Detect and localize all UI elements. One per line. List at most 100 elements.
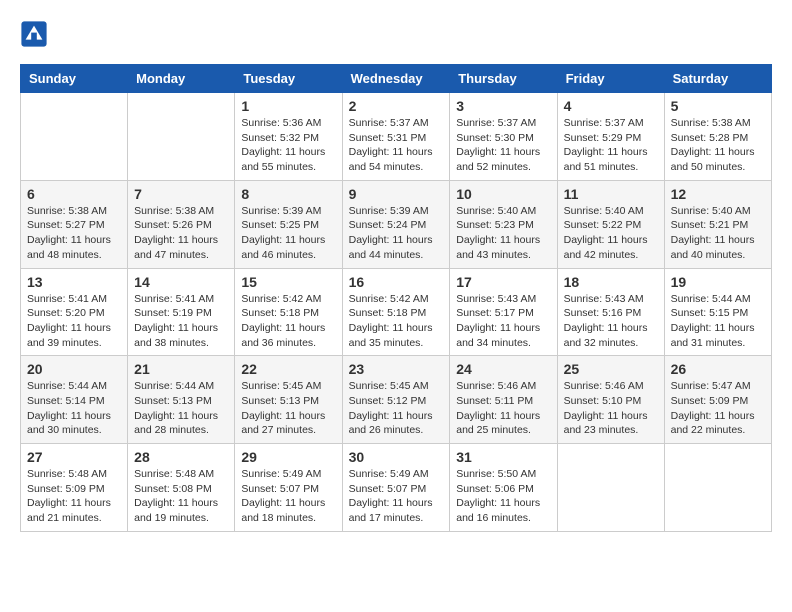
day-info: Sunrise: 5:37 AM Sunset: 5:31 PM Dayligh… <box>349 116 444 175</box>
day-info: Sunrise: 5:44 AM Sunset: 5:13 PM Dayligh… <box>134 379 228 438</box>
col-header-friday: Friday <box>557 65 664 93</box>
calendar-cell: 18 Sunrise: 5:43 AM Sunset: 5:16 PM Dayli… <box>557 268 664 356</box>
calendar-cell: 10Sunrise: 5:40 AM Sunset: 5:23 PM Dayli… <box>450 180 557 268</box>
day-info: Sunrise: 5:41 AM Sunset: 5:20 PM Dayligh… <box>27 292 121 351</box>
calendar-cell: 20 Sunrise: 5:44 AM Sunset: 5:14 PM Dayli… <box>21 356 128 444</box>
day-number: 25 <box>564 361 658 377</box>
calendar-cell <box>21 93 128 181</box>
calendar-cell: 26 Sunrise: 5:47 AM Sunset: 5:09 PM Dayli… <box>664 356 771 444</box>
day-info: Sunrise: 5:50 AM Sunset: 5:06 PM Dayligh… <box>456 467 550 526</box>
calendar-cell: 8 Sunrise: 5:39 AM Sunset: 5:25 PM Daylig… <box>235 180 342 268</box>
day-number: 19 <box>671 274 765 290</box>
day-number: 14 <box>134 274 228 290</box>
day-info: Sunrise: 5:40 AM Sunset: 5:21 PM Dayligh… <box>671 204 765 263</box>
calendar-cell: 30Sunrise: 5:49 AM Sunset: 5:07 PM Dayli… <box>342 444 450 532</box>
day-info: Sunrise: 5:43 AM Sunset: 5:16 PM Dayligh… <box>564 292 658 351</box>
calendar-cell: 4 Sunrise: 5:37 AM Sunset: 5:29 PM Daylig… <box>557 93 664 181</box>
calendar-cell: 27Sunrise: 5:48 AM Sunset: 5:09 PM Dayli… <box>21 444 128 532</box>
day-number: 26 <box>671 361 765 377</box>
day-info: Sunrise: 5:46 AM Sunset: 5:11 PM Dayligh… <box>456 379 550 438</box>
day-number: 17 <box>456 274 550 290</box>
day-number: 9 <box>349 186 444 202</box>
day-info: Sunrise: 5:45 AM Sunset: 5:12 PM Dayligh… <box>349 379 444 438</box>
calendar-cell: 25 Sunrise: 5:46 AM Sunset: 5:10 PM Dayli… <box>557 356 664 444</box>
calendar-cell: 2 Sunrise: 5:37 AM Sunset: 5:31 PM Daylig… <box>342 93 450 181</box>
day-number: 31 <box>456 449 550 465</box>
day-number: 16 <box>349 274 444 290</box>
col-header-thursday: Thursday <box>450 65 557 93</box>
day-number: 22 <box>241 361 335 377</box>
calendar-cell: 29 Sunrise: 5:49 AM Sunset: 5:07 PM Dayli… <box>235 444 342 532</box>
day-number: 28 <box>134 449 228 465</box>
week-row-4: 20 Sunrise: 5:44 AM Sunset: 5:14 PM Dayli… <box>21 356 772 444</box>
day-number: 7 <box>134 186 228 202</box>
day-number: 24 <box>456 361 550 377</box>
week-row-3: 13 Sunrise: 5:41 AM Sunset: 5:20 PM Dayli… <box>21 268 772 356</box>
col-header-tuesday: Tuesday <box>235 65 342 93</box>
calendar-cell: 21Sunrise: 5:44 AM Sunset: 5:13 PM Dayli… <box>128 356 235 444</box>
day-info: Sunrise: 5:37 AM Sunset: 5:29 PM Dayligh… <box>564 116 658 175</box>
calendar-cell: 3 Sunrise: 5:37 AM Sunset: 5:30 PM Daylig… <box>450 93 557 181</box>
calendar-cell: 17 Sunrise: 5:43 AM Sunset: 5:17 PM Dayli… <box>450 268 557 356</box>
day-info: Sunrise: 5:46 AM Sunset: 5:10 PM Dayligh… <box>564 379 658 438</box>
calendar-table: SundayMondayTuesdayWednesdayThursdayFrid… <box>20 64 772 532</box>
col-header-monday: Monday <box>128 65 235 93</box>
day-number: 18 <box>564 274 658 290</box>
day-number: 30 <box>349 449 444 465</box>
calendar-cell: 12 Sunrise: 5:40 AM Sunset: 5:21 PM Dayli… <box>664 180 771 268</box>
day-info: Sunrise: 5:37 AM Sunset: 5:30 PM Dayligh… <box>456 116 550 175</box>
calendar-cell <box>664 444 771 532</box>
col-header-saturday: Saturday <box>664 65 771 93</box>
day-info: Sunrise: 5:45 AM Sunset: 5:13 PM Dayligh… <box>241 379 335 438</box>
day-info: Sunrise: 5:40 AM Sunset: 5:22 PM Dayligh… <box>564 204 658 263</box>
day-info: Sunrise: 5:48 AM Sunset: 5:08 PM Dayligh… <box>134 467 228 526</box>
calendar-cell: 6 Sunrise: 5:38 AM Sunset: 5:27 PM Daylig… <box>21 180 128 268</box>
calendar-header-row: SundayMondayTuesdayWednesdayThursdayFrid… <box>21 65 772 93</box>
day-number: 6 <box>27 186 121 202</box>
day-info: Sunrise: 5:38 AM Sunset: 5:26 PM Dayligh… <box>134 204 228 263</box>
calendar-cell <box>557 444 664 532</box>
calendar-cell: 23Sunrise: 5:45 AM Sunset: 5:12 PM Dayli… <box>342 356 450 444</box>
calendar-cell: 28 Sunrise: 5:48 AM Sunset: 5:08 PM Dayli… <box>128 444 235 532</box>
calendar-cell: 14 Sunrise: 5:41 AM Sunset: 5:19 PM Dayli… <box>128 268 235 356</box>
col-header-sunday: Sunday <box>21 65 128 93</box>
logo <box>20 20 52 48</box>
day-info: Sunrise: 5:47 AM Sunset: 5:09 PM Dayligh… <box>671 379 765 438</box>
day-number: 13 <box>27 274 121 290</box>
day-number: 12 <box>671 186 765 202</box>
day-info: Sunrise: 5:38 AM Sunset: 5:27 PM Dayligh… <box>27 204 121 263</box>
day-info: Sunrise: 5:44 AM Sunset: 5:14 PM Dayligh… <box>27 379 121 438</box>
day-info: Sunrise: 5:41 AM Sunset: 5:19 PM Dayligh… <box>134 292 228 351</box>
day-info: Sunrise: 5:43 AM Sunset: 5:17 PM Dayligh… <box>456 292 550 351</box>
logo-icon <box>20 20 48 48</box>
day-number: 5 <box>671 98 765 114</box>
day-info: Sunrise: 5:39 AM Sunset: 5:25 PM Dayligh… <box>241 204 335 263</box>
day-number: 4 <box>564 98 658 114</box>
calendar-cell: 7 Sunrise: 5:38 AM Sunset: 5:26 PM Daylig… <box>128 180 235 268</box>
week-row-2: 6 Sunrise: 5:38 AM Sunset: 5:27 PM Daylig… <box>21 180 772 268</box>
day-info: Sunrise: 5:48 AM Sunset: 5:09 PM Dayligh… <box>27 467 121 526</box>
day-number: 11 <box>564 186 658 202</box>
calendar-cell: 19Sunrise: 5:44 AM Sunset: 5:15 PM Dayli… <box>664 268 771 356</box>
day-number: 3 <box>456 98 550 114</box>
day-number: 1 <box>241 98 335 114</box>
calendar-cell: 13 Sunrise: 5:41 AM Sunset: 5:20 PM Dayli… <box>21 268 128 356</box>
week-row-5: 27Sunrise: 5:48 AM Sunset: 5:09 PM Dayli… <box>21 444 772 532</box>
day-info: Sunrise: 5:42 AM Sunset: 5:18 PM Dayligh… <box>241 292 335 351</box>
calendar-cell: 1 Sunrise: 5:36 AM Sunset: 5:32 PM Daylig… <box>235 93 342 181</box>
day-info: Sunrise: 5:38 AM Sunset: 5:28 PM Dayligh… <box>671 116 765 175</box>
day-number: 2 <box>349 98 444 114</box>
day-info: Sunrise: 5:49 AM Sunset: 5:07 PM Dayligh… <box>241 467 335 526</box>
day-number: 10 <box>456 186 550 202</box>
day-number: 29 <box>241 449 335 465</box>
calendar-cell: 9Sunrise: 5:39 AM Sunset: 5:24 PM Daylig… <box>342 180 450 268</box>
calendar-cell: 15Sunrise: 5:42 AM Sunset: 5:18 PM Dayli… <box>235 268 342 356</box>
day-info: Sunrise: 5:36 AM Sunset: 5:32 PM Dayligh… <box>241 116 335 175</box>
day-number: 20 <box>27 361 121 377</box>
calendar-cell <box>128 93 235 181</box>
day-number: 8 <box>241 186 335 202</box>
calendar-cell: 31 Sunrise: 5:50 AM Sunset: 5:06 PM Dayli… <box>450 444 557 532</box>
page-header <box>20 20 772 48</box>
calendar-cell: 5 Sunrise: 5:38 AM Sunset: 5:28 PM Daylig… <box>664 93 771 181</box>
day-info: Sunrise: 5:42 AM Sunset: 5:18 PM Dayligh… <box>349 292 444 351</box>
